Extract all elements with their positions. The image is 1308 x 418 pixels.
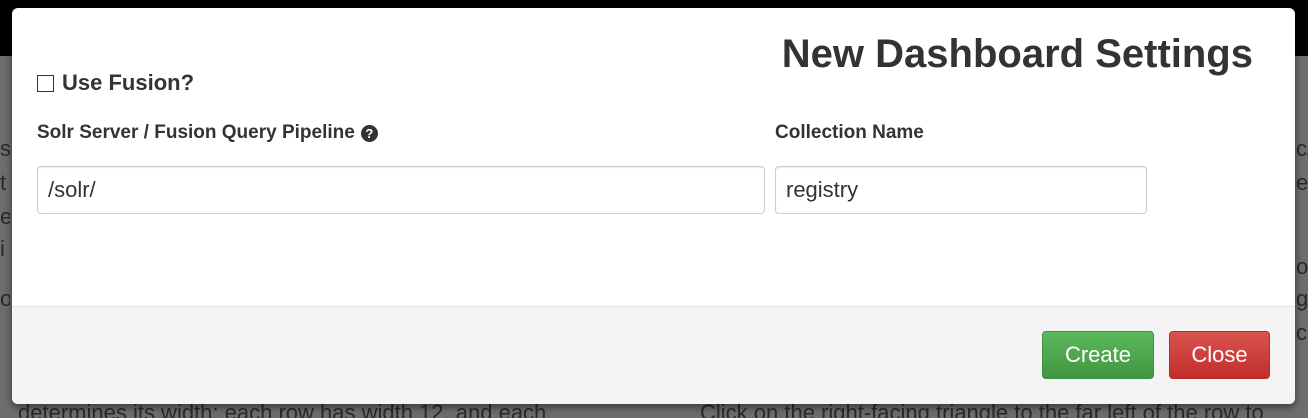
- background-text-fragment: s: [0, 136, 10, 161]
- background-text-fragment: e: [1296, 170, 1308, 195]
- background-text-fragment: o: [1296, 254, 1308, 279]
- use-fusion-checkbox[interactable]: [37, 74, 54, 92]
- dialog-title: New Dashboard Settings: [781, 32, 1253, 76]
- collection-name-label-text: Collection Name: [775, 122, 924, 143]
- background-text-fragment: c: [1296, 320, 1307, 345]
- background-text-fragment: e: [0, 204, 10, 229]
- use-fusion-row: Use Fusion?: [37, 70, 194, 96]
- background-text-fragment: i: [0, 236, 5, 261]
- collection-name-input[interactable]: [775, 166, 1147, 214]
- use-fusion-label[interactable]: Use Fusion?: [62, 70, 194, 96]
- create-button[interactable]: Create: [1042, 331, 1154, 379]
- background-text-fragment: t: [0, 170, 7, 195]
- solr-server-label: Solr Server / Fusion Query Pipeline ?: [37, 122, 378, 144]
- collection-name-label: Collection Name: [775, 122, 924, 144]
- solr-server-label-text: Solr Server / Fusion Query Pipeline: [37, 122, 355, 143]
- solr-server-input[interactable]: [37, 166, 765, 214]
- background-text-fragment: o: [0, 286, 10, 311]
- background-text-fragment: g: [1296, 286, 1308, 311]
- close-button[interactable]: Close: [1169, 331, 1270, 379]
- dialog-footer: Create Close: [12, 306, 1295, 404]
- new-dashboard-settings-dialog: New Dashboard Settings Use Fusion? Solr …: [12, 8, 1295, 404]
- question-circle-icon[interactable]: ?: [360, 124, 378, 142]
- background-text-fragment: c/: [1296, 136, 1308, 161]
